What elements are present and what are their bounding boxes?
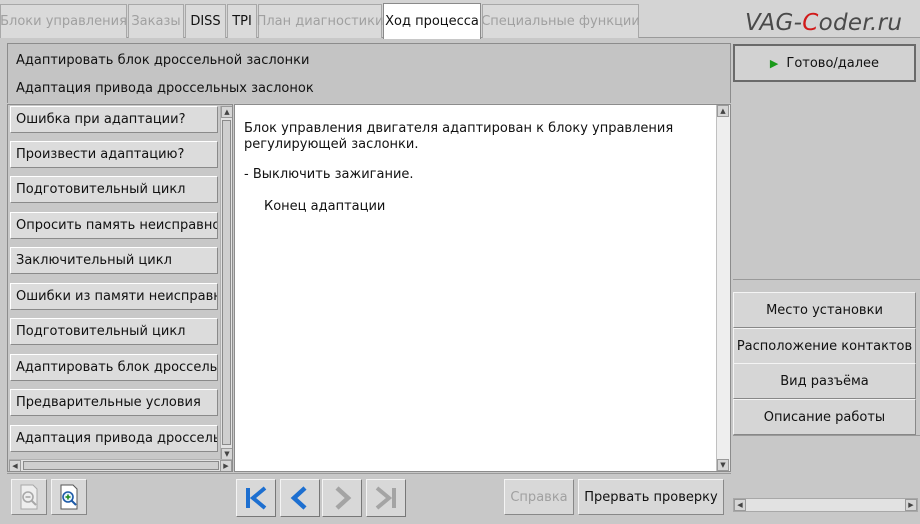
first-step-button[interactable] <box>236 479 276 517</box>
instruction-text: Блок управления двигателя адаптирован к … <box>244 121 674 152</box>
zoom-in-button[interactable] <box>51 479 87 515</box>
done-next-label: Готово/далее <box>786 55 880 71</box>
step-item[interactable]: Ошибка при адаптации? <box>10 106 218 133</box>
tab-bar: Блоки управления Заказы DISS TPI План ди… <box>0 0 920 39</box>
step-item[interactable]: Подготовительный цикл <box>10 176 218 203</box>
scroll-thumb[interactable] <box>23 461 219 470</box>
scroll-thumb[interactable] <box>222 120 231 445</box>
right-pane-horizontal-scrollbar[interactable]: ◀ ▶ <box>733 498 918 512</box>
help-button[interactable]: Справка <box>504 479 574 515</box>
logo-part1: VAG- <box>745 10 803 36</box>
zoom-in-icon <box>60 484 78 510</box>
operation-description-button[interactable]: Описание работы <box>733 399 916 435</box>
step-item[interactable]: Опросить память неисправностей <box>10 212 218 239</box>
instruction-text: Конец адаптации <box>264 199 386 214</box>
play-icon: ▶ <box>769 56 779 70</box>
step-item[interactable]: Ошибки из памяти неисправностей <box>10 283 218 310</box>
installation-location-button[interactable]: Место установки <box>733 292 916 328</box>
right-pane: ▶ Готово/далее Место установки Расположе… <box>733 40 920 524</box>
pin-assignment-button[interactable]: Расположение контактов <box>733 328 916 364</box>
step-list-vertical-scrollbar[interactable]: ▲ ▼ <box>220 106 232 460</box>
logo: VAG-Coder.ru <box>745 10 902 36</box>
divider <box>733 435 920 436</box>
procedure-subtitle: Адаптация привода дроссельных заслонок <box>16 81 314 96</box>
chevron-right-icon <box>335 486 352 510</box>
tab-tpi[interactable]: TPI <box>227 4 257 38</box>
chevron-left-icon <box>290 486 307 510</box>
scroll-right-icon[interactable]: ▶ <box>905 499 917 511</box>
tab-diss[interactable]: DISS <box>185 4 226 38</box>
skip-last-icon <box>375 486 396 510</box>
logo-part3: oder.ru <box>818 10 903 36</box>
tab-orders[interactable]: Заказы <box>128 4 184 38</box>
step-item[interactable]: Подготовительный цикл <box>10 318 218 345</box>
instruction-vertical-scrollbar[interactable]: ▲ ▼ <box>716 105 730 471</box>
scroll-up-icon[interactable]: ▲ <box>717 105 729 117</box>
tab-diagnostic-plan[interactable]: План диагностики <box>257 4 383 38</box>
step-list: Ошибка при адаптации? Произвести адаптац… <box>7 104 233 472</box>
done-next-button[interactable]: ▶ Готово/далее <box>733 44 916 82</box>
tab-control-units[interactable]: Блоки управления <box>0 4 127 38</box>
tab-special-functions[interactable]: Специальные функции <box>481 4 640 38</box>
procedure-title: Адаптировать блок дроссельной заслонки <box>16 53 310 68</box>
last-step-button[interactable] <box>366 479 406 517</box>
scroll-left-icon[interactable]: ◀ <box>9 460 21 471</box>
connector-view-button[interactable]: Вид разъёма <box>733 363 916 399</box>
step-item[interactable]: Произвести адаптацию? <box>10 141 218 168</box>
abort-test-button[interactable]: Прервать проверку <box>578 479 724 515</box>
step-item[interactable]: Адаптировать блок дроссельной заслонки <box>10 354 218 381</box>
instruction-text: - Выключить зажигание. <box>244 167 414 182</box>
procedure-title-panel: Адаптировать блок дроссельной заслонки А… <box>7 43 731 103</box>
scroll-down-icon[interactable]: ▼ <box>717 459 729 471</box>
zoom-out-icon <box>20 484 38 510</box>
scroll-left-icon[interactable]: ◀ <box>734 499 746 511</box>
next-step-button[interactable] <box>322 479 362 517</box>
step-item[interactable]: Адаптация привода дроссельных заслонок <box>10 425 218 452</box>
logo-part2: C <box>802 10 819 36</box>
bottom-toolbar: Справка Прервать проверку <box>7 473 731 520</box>
scroll-right-icon[interactable]: ▶ <box>220 460 232 471</box>
previous-step-button[interactable] <box>280 479 320 517</box>
skip-first-icon <box>246 486 267 510</box>
tab-process[interactable]: Ход процесса <box>383 3 481 39</box>
instruction-panel: Блок управления двигателя адаптирован к … <box>234 104 731 472</box>
step-item[interactable]: Заключительный цикл <box>10 247 218 274</box>
divider <box>733 279 920 280</box>
step-list-horizontal-scrollbar[interactable]: ◀ ▶ <box>9 459 232 471</box>
scroll-up-icon[interactable]: ▲ <box>221 106 232 118</box>
zoom-out-button[interactable] <box>11 479 47 515</box>
step-item[interactable]: Предварительные условия <box>10 389 218 416</box>
